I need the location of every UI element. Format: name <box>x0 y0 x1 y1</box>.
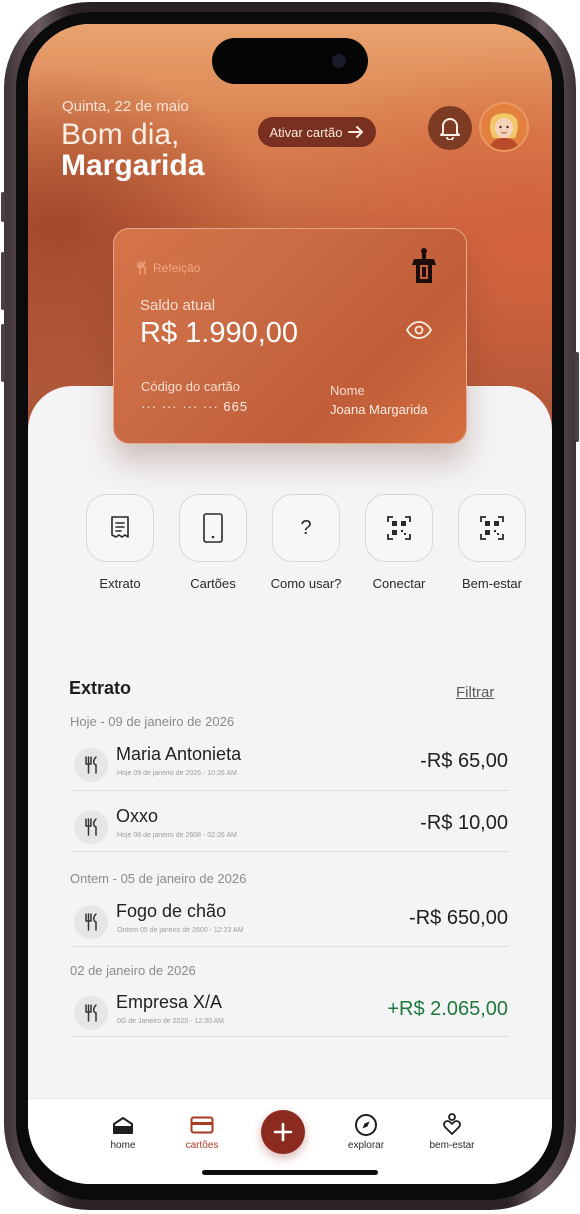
cutlery-icon <box>74 996 108 1030</box>
cutlery-icon <box>74 905 108 939</box>
action-label: Conectar <box>372 576 426 591</box>
card-name-label: Nome <box>330 383 365 398</box>
transaction-title: Oxxo <box>116 806 159 826</box>
action-bem-estar-box <box>458 494 526 562</box>
volume-down-button <box>1 324 5 382</box>
statement-group-label: Hoje - 09 de janeiro de 2026 <box>70 714 235 729</box>
transaction-datetime: Hoje 09 de janeiro de 2026 - 10:26 AM <box>117 770 237 777</box>
card-balance: R$ 1.990,00 <box>140 317 299 349</box>
nav-explorar[interactable]: explorar <box>326 1113 406 1151</box>
nav-label: cartões <box>185 1140 219 1151</box>
transaction-amount: -R$ 65,00 <box>420 750 508 772</box>
action-cartoes-box <box>179 494 247 562</box>
nav-label: bem-estar <box>429 1140 475 1151</box>
user-avatar-icon <box>481 104 527 150</box>
home-icon <box>113 1117 133 1134</box>
action-cartoes[interactable]: Cartões <box>168 494 258 591</box>
card-type: Refeição <box>136 261 200 275</box>
power-button <box>575 352 579 442</box>
heart-person-icon <box>443 1113 461 1135</box>
transaction-title: Maria Antonieta <box>116 744 242 764</box>
transaction-amount: +R$ 2.065,00 <box>387 998 508 1020</box>
transaction-row[interactable]: Maria Antonieta Hoje 09 de janeiro de 20… <box>72 744 512 796</box>
greeting: Bom dia, <box>61 118 180 151</box>
action-extrato-box <box>86 494 154 562</box>
transaction-title: Fogo de chão <box>116 901 227 921</box>
notifications-button[interactable] <box>428 106 472 150</box>
card-code-label: Código do cartão <box>141 379 241 394</box>
statement-group-label: Ontem - 05 de janeiro de 2026 <box>70 871 247 886</box>
benefit-card[interactable]: Refeição Saldo atual R$ 1.990,00 Código … <box>113 228 467 444</box>
transaction-amount: -R$ 650,00 <box>409 907 508 929</box>
filter-link[interactable]: Filtrar <box>456 684 494 701</box>
action-conectar[interactable]: Conectar <box>354 494 444 591</box>
statement-title: Extrato <box>69 678 132 698</box>
activate-card-label: Ativar cartão <box>269 124 343 140</box>
action-label: Extrato <box>99 576 141 591</box>
quick-actions: Extrato Cartões ? Como usar? Conectar Be… <box>75 494 526 594</box>
question-icon: ? <box>300 516 312 539</box>
cutlery-icon <box>137 261 146 275</box>
action-como-usar[interactable]: ? Como usar? <box>261 494 351 591</box>
divider <box>72 946 508 947</box>
avatar[interactable] <box>481 104 527 150</box>
compass-icon <box>355 1114 377 1136</box>
action-bem-estar[interactable]: Bem-estar <box>447 494 537 591</box>
dynamic-island <box>212 38 368 84</box>
app-screen: Quinta, 22 de maio Bom dia, Margarida At… <box>28 24 552 1184</box>
card-type-label: Refeição <box>153 261 201 275</box>
nav-home[interactable]: home <box>83 1113 163 1151</box>
card-icon <box>190 1116 214 1134</box>
nav-bem-estar[interactable]: bem-estar <box>412 1113 492 1151</box>
nav-label: home <box>110 1140 136 1151</box>
camera-icon <box>332 54 346 68</box>
transaction-datetime: 0G de Janeiro de 2020 - 12:30 AM <box>117 1018 225 1025</box>
action-label: Cartões <box>190 576 236 591</box>
balance-label: Saldo atual <box>140 297 216 314</box>
header-date: Quinta, 22 de maio <box>62 98 189 115</box>
action-como-usar-box: ? <box>272 494 340 562</box>
arrow-right-icon <box>348 126 364 138</box>
plus-icon <box>273 1122 293 1142</box>
action-extrato[interactable]: Extrato <box>75 494 165 591</box>
home-indicator[interactable] <box>202 1170 378 1175</box>
card-code: ··· ··· ··· ··· 665 <box>141 399 249 414</box>
card-holder: Joana Margarida <box>330 402 428 417</box>
silent-switch <box>1 192 5 222</box>
activate-card-button[interactable]: Ativar cartão <box>258 117 376 147</box>
divider <box>72 790 508 791</box>
brand-logo-icon <box>410 247 438 290</box>
action-label: Como usar? <box>270 576 342 591</box>
volume-up-button <box>1 252 5 310</box>
transaction-title: Empresa X/A <box>116 992 223 1012</box>
transaction-datetime: Ontem 05 de janeiro de 2600 - 12:23 AM <box>117 927 244 934</box>
add-button[interactable] <box>261 1110 305 1154</box>
phone-card-icon <box>203 513 223 543</box>
cutlery-icon <box>74 810 108 844</box>
toggle-balance-button[interactable] <box>405 321 433 344</box>
nav-label: explorar <box>347 1140 385 1151</box>
nav-cartoes[interactable]: cartões <box>162 1113 242 1151</box>
transaction-datetime: Hoje 08 de janeiro de 2608 - 02:26 AM <box>117 832 237 839</box>
action-conectar-box <box>365 494 433 562</box>
eye-icon <box>405 321 433 339</box>
qr-code-icon <box>480 516 504 540</box>
user-name: Margarida <box>61 149 205 182</box>
receipt-icon <box>111 516 129 538</box>
qr-code-icon <box>387 516 411 540</box>
statement-group-label: 02 de janeiro de 2026 <box>70 963 196 978</box>
action-label: Bem-estar <box>462 576 522 591</box>
divider <box>72 851 508 852</box>
divider <box>72 1036 508 1037</box>
cutlery-icon <box>74 748 108 782</box>
bell-icon <box>440 118 460 140</box>
transaction-amount: -R$ 10,00 <box>420 812 508 834</box>
